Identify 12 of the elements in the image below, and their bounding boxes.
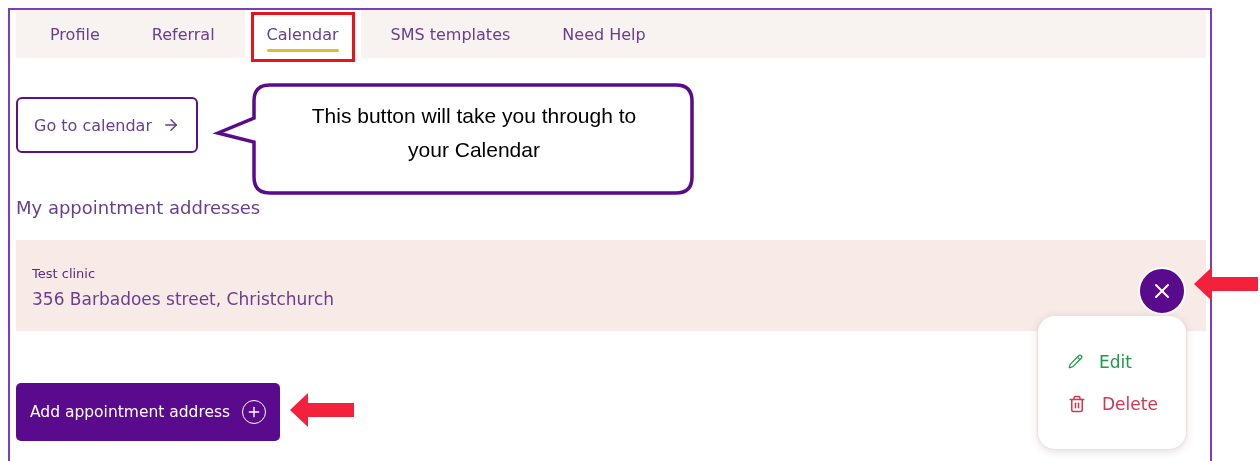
clinic-address: 356 Barbadoes street, Christchurch bbox=[32, 289, 335, 309]
tab[interactable]: Profile bbox=[28, 10, 122, 58]
tab[interactable]: SMS templates bbox=[368, 10, 533, 58]
go-to-calendar-button[interactable]: Go to calendar bbox=[16, 97, 198, 153]
tab[interactable]: Referral bbox=[129, 10, 237, 58]
add-address-button[interactable]: Add appointment address bbox=[16, 383, 281, 441]
callout-text: This button will take you through to your Calendar bbox=[310, 103, 638, 163]
menu-item[interactable]: Edit bbox=[1068, 351, 1186, 372]
section-title: My appointment addresses bbox=[16, 197, 262, 218]
menu-item[interactable]: Delete bbox=[1068, 393, 1186, 414]
clinic-name: Test clinic bbox=[32, 266, 97, 281]
tab[interactable]: Need Help bbox=[540, 10, 668, 58]
